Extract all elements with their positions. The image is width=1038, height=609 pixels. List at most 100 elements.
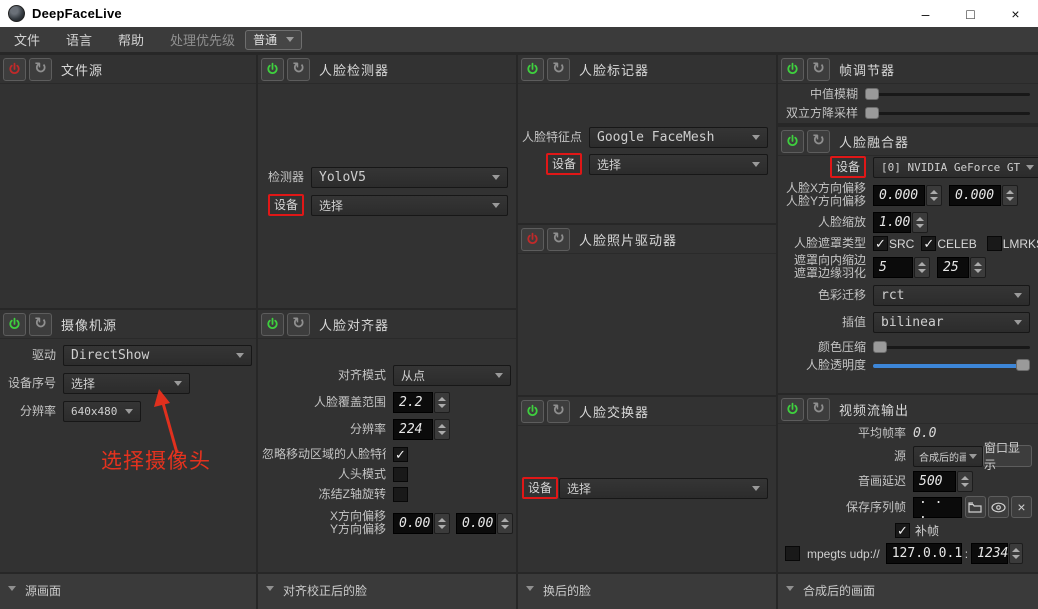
- device-select[interactable]: 选择: [311, 195, 508, 216]
- chevron-down-icon: [1014, 293, 1022, 298]
- source-select[interactable]: 合成后的画面: [913, 445, 983, 467]
- av-delay-spinner[interactable]: 500: [913, 471, 973, 492]
- mask-lmrks-checkbox[interactable]: [986, 236, 1002, 251]
- power-button[interactable]: [521, 57, 544, 81]
- menu-file[interactable]: 文件: [14, 30, 40, 49]
- viewer-swapped-face[interactable]: 换后的脸: [518, 574, 776, 609]
- power-icon: [787, 62, 798, 74]
- freeze-z-checkbox[interactable]: [393, 487, 408, 502]
- resolution-select[interactable]: 640x480: [63, 401, 141, 422]
- refresh-button[interactable]: [29, 312, 52, 336]
- downsample-slider[interactable]: [865, 105, 1030, 121]
- viewer-aligned-face[interactable]: 对齐校正后的脸: [258, 574, 516, 609]
- close-button[interactable]: ×: [993, 0, 1038, 27]
- face-x-offset-spinner[interactable]: 0.000: [873, 184, 942, 206]
- median-blur-slider[interactable]: [865, 86, 1030, 102]
- device-select[interactable]: 选择: [589, 154, 768, 175]
- exclude-moving-checkbox[interactable]: [393, 447, 408, 462]
- spinner-arrows-icon[interactable]: [434, 392, 450, 413]
- refresh-button[interactable]: [547, 57, 570, 81]
- interpolation-value: bilinear: [881, 315, 944, 330]
- power-icon: [527, 62, 538, 74]
- power-button[interactable]: [781, 397, 804, 421]
- slider-handle[interactable]: [865, 107, 879, 119]
- face-y-offset-spinner[interactable]: 0.000: [949, 184, 1018, 206]
- power-button[interactable]: [3, 57, 26, 81]
- mask-erode-spinner[interactable]: 5: [873, 256, 930, 278]
- aligner-resolution-spinner[interactable]: 224: [393, 419, 450, 440]
- detector-select[interactable]: YoloV5: [311, 167, 508, 188]
- color-compression-slider[interactable]: [873, 339, 1030, 355]
- face-opacity-slider[interactable]: [873, 357, 1030, 373]
- maximize-button[interactable]: □: [948, 0, 993, 27]
- driver-select[interactable]: DirectShow: [63, 345, 252, 366]
- color-transfer-select[interactable]: rct: [873, 285, 1030, 306]
- power-button[interactable]: [261, 57, 284, 81]
- align-mode-select[interactable]: 从点: [393, 365, 511, 386]
- power-button[interactable]: [521, 399, 544, 423]
- power-button[interactable]: [781, 129, 804, 153]
- spinner-arrows-icon[interactable]: [497, 512, 513, 534]
- power-button[interactable]: [521, 227, 544, 251]
- clear-button[interactable]: ×: [1010, 496, 1032, 518]
- fill-frame-checkbox[interactable]: [895, 523, 910, 538]
- mask-src-checkbox[interactable]: [873, 236, 888, 251]
- slider-handle[interactable]: [865, 88, 879, 100]
- power-button[interactable]: [781, 57, 804, 81]
- save-sequence-path[interactable]: . . .: [913, 492, 962, 522]
- power-icon: [787, 134, 798, 146]
- udp-address-field[interactable]: 127.0.0.1: [885, 543, 962, 564]
- spinner-arrows-icon[interactable]: [970, 256, 986, 278]
- landmarks-select[interactable]: Google FaceMesh: [589, 127, 768, 148]
- window-display-button[interactable]: 窗口显示: [983, 441, 1032, 472]
- spinner-arrows-icon[interactable]: [434, 419, 450, 440]
- spinner-arrows-icon[interactable]: [926, 184, 942, 206]
- face-scale-spinner[interactable]: 1.00: [873, 212, 928, 233]
- refresh-button[interactable]: [807, 129, 830, 153]
- interpolation-select[interactable]: bilinear: [873, 312, 1030, 333]
- coverage-spinner[interactable]: 2.2: [393, 392, 450, 413]
- landmarks-value: Google FaceMesh: [597, 130, 715, 145]
- spinner-arrows-icon[interactable]: [1002, 184, 1018, 206]
- mask-feather-spinner[interactable]: 25: [937, 256, 986, 278]
- refresh-button[interactable]: [807, 57, 830, 81]
- refresh-button[interactable]: [807, 397, 830, 421]
- folder-button[interactable]: [964, 496, 986, 518]
- spinner-arrows-icon[interactable]: [1009, 543, 1024, 564]
- menu-help[interactable]: 帮助: [118, 30, 144, 49]
- power-icon: [267, 62, 278, 74]
- power-button[interactable]: [261, 312, 284, 336]
- power-button[interactable]: [3, 312, 26, 336]
- mask-celeb-checkbox[interactable]: [921, 236, 937, 251]
- menu-language[interactable]: 语言: [66, 30, 92, 49]
- refresh-button[interactable]: [29, 57, 52, 81]
- spinner-arrows-icon[interactable]: [914, 256, 930, 278]
- refresh-button[interactable]: [287, 57, 310, 81]
- process-priority-select[interactable]: 普通: [245, 29, 303, 50]
- device-index-select[interactable]: 选择: [63, 373, 190, 394]
- preview-button[interactable]: [987, 496, 1009, 518]
- refresh-icon: [292, 315, 305, 333]
- slider-handle[interactable]: [1016, 359, 1030, 371]
- device-select[interactable]: 选择: [559, 478, 768, 499]
- refresh-button[interactable]: [547, 399, 570, 423]
- spinner-arrows-icon[interactable]: [957, 471, 973, 492]
- head-mode-checkbox[interactable]: [393, 467, 408, 482]
- refresh-button[interactable]: [287, 312, 310, 336]
- refresh-button[interactable]: [547, 227, 570, 251]
- mpegts-checkbox[interactable]: [785, 546, 800, 561]
- coverage-label: 人脸覆盖范围: [313, 396, 386, 409]
- x-offset-spinner[interactable]: 0.00: [393, 512, 450, 534]
- app-icon: [8, 5, 25, 22]
- udp-port-spinner[interactable]: 1234: [971, 543, 1024, 564]
- slider-handle[interactable]: [873, 341, 887, 353]
- viewer-merged-frame[interactable]: 合成后的画面: [778, 574, 1038, 609]
- resolution-label: 分辨率: [19, 405, 56, 418]
- y-offset-spinner[interactable]: 0.00: [456, 512, 513, 534]
- face-y-offset-label: 人脸Y方向偏移: [785, 194, 866, 208]
- minimize-button[interactable]: –: [903, 0, 948, 27]
- device-select[interactable]: [0] NVIDIA GeForce GT: [873, 157, 1038, 178]
- spinner-arrows-icon[interactable]: [912, 212, 928, 233]
- viewer-source-frame[interactable]: 源画面: [0, 574, 256, 609]
- spinner-arrows-icon[interactable]: [434, 512, 450, 534]
